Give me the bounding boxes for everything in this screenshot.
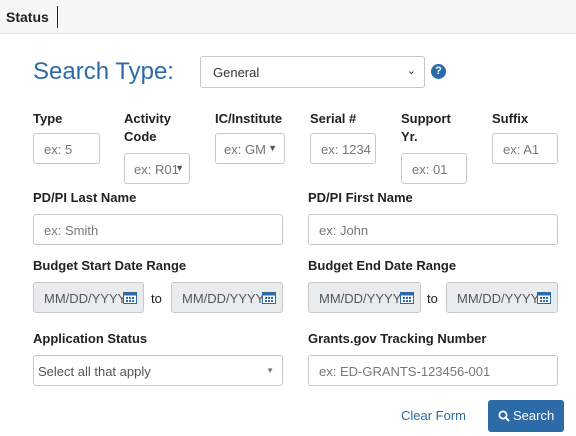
serial-label: Serial # — [310, 111, 357, 126]
tracking-number-placeholder: ex: ED-GRANTS-123456-001 — [319, 364, 491, 379]
budget-end-from-placeholder: MM/DD/YYYY — [319, 291, 402, 306]
suffix-input[interactable]: ex: A1 — [492, 133, 558, 164]
support-yr-label-line2: Yr. — [401, 129, 418, 144]
budget-start-to-label: to — [151, 291, 162, 306]
activity-code-label-line1: Activity — [124, 111, 171, 126]
pd-pi-last-name-input[interactable]: ex: Smith — [33, 214, 283, 245]
pd-pi-first-name-input[interactable]: ex: John — [308, 214, 558, 245]
calendar-icon[interactable] — [537, 291, 551, 304]
search-type-value: General — [213, 65, 260, 80]
caret-down-icon: ▼ — [266, 366, 274, 375]
budget-start-from-placeholder: MM/DD/YYYY — [44, 291, 127, 306]
pd-pi-first-name-placeholder: ex: John — [319, 223, 369, 238]
budget-start-label: Budget Start Date Range — [33, 258, 187, 273]
budget-end-to-placeholder: MM/DD/YYYY — [457, 291, 540, 306]
calendar-icon[interactable] — [262, 291, 276, 304]
ic-institute-select[interactable]: ex: GM ▼ — [215, 133, 285, 164]
status-title: Status — [6, 9, 49, 25]
type-input[interactable]: ex: 5 — [33, 133, 100, 164]
suffix-placeholder: ex: A1 — [503, 142, 540, 157]
ic-institute-placeholder: ex: GM — [224, 142, 266, 157]
budget-end-from-input[interactable]: MM/DD/YYYY — [308, 282, 421, 313]
budget-end-to-input[interactable]: MM/DD/YYYY — [446, 282, 558, 313]
activity-code-select[interactable]: ex: R01 ▼ — [124, 153, 190, 184]
serial-placeholder: ex: 1234 — [321, 142, 371, 157]
budget-end-to-label: to — [427, 291, 438, 306]
search-button-label: Search — [513, 408, 555, 423]
budget-start-to-input[interactable]: MM/DD/YYYY — [171, 282, 283, 313]
serial-input[interactable]: ex: 1234 — [310, 133, 376, 164]
search-icon — [498, 410, 510, 422]
tracking-number-label: Grants.gov Tracking Number — [308, 331, 487, 346]
calendar-icon[interactable] — [123, 291, 137, 304]
support-yr-label: Support Yr. — [401, 110, 451, 146]
support-yr-label-line1: Support — [401, 111, 451, 126]
question-circle-icon[interactable]: ? — [431, 64, 446, 79]
budget-start-from-input[interactable]: MM/DD/YYYY — [33, 282, 144, 313]
clear-form-link[interactable]: Clear Form — [401, 408, 466, 423]
support-yr-input[interactable]: ex: 01 — [401, 153, 467, 184]
pd-pi-last-name-label: PD/PI Last Name — [33, 190, 137, 205]
type-placeholder: ex: 5 — [44, 142, 73, 157]
type-label: Type — [33, 111, 63, 126]
ic-institute-label: IC/Institute — [215, 111, 283, 126]
tracking-number-input[interactable]: ex: ED-GRANTS-123456-001 — [308, 355, 558, 386]
activity-code-label: Activity Code — [124, 110, 171, 146]
search-type-label: Search Type: — [33, 58, 174, 85]
budget-end-label: Budget End Date Range — [308, 258, 457, 273]
text-cursor — [57, 6, 58, 28]
caret-down-icon: ▼ — [268, 143, 277, 153]
budget-start-to-placeholder: MM/DD/YYYY — [182, 291, 265, 306]
top-bar: Status — [0, 0, 576, 34]
suffix-label: Suffix — [492, 111, 529, 126]
support-yr-placeholder: ex: 01 — [412, 162, 448, 177]
chevron-down-icon: ⌄ — [406, 65, 416, 77]
search-button[interactable]: Search — [488, 400, 564, 432]
application-status-placeholder: Select all that apply — [38, 364, 151, 379]
pd-pi-first-name-label: PD/PI First Name — [308, 190, 413, 205]
activity-code-label-line2: Code — [124, 129, 157, 144]
pd-pi-last-name-placeholder: ex: Smith — [44, 223, 99, 238]
calendar-icon[interactable] — [400, 291, 414, 304]
application-status-label: Application Status — [33, 331, 148, 346]
activity-code-placeholder: ex: R01 — [134, 162, 179, 177]
search-type-select[interactable]: General ⌄ — [200, 56, 425, 88]
caret-down-icon: ▼ — [175, 163, 184, 173]
application-status-select[interactable]: Select all that apply ▼ — [33, 355, 283, 386]
